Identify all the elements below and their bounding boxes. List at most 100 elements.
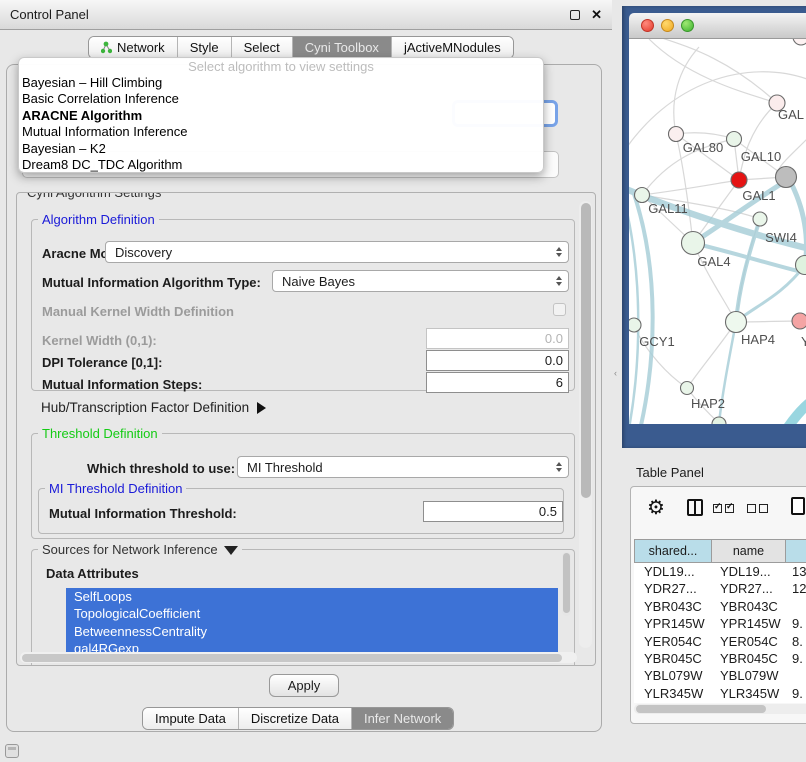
panel-splitter-handle[interactable]: ‹ — [614, 368, 619, 377]
table-row[interactable]: YBL079WYBL079W — [634, 667, 806, 684]
network-node-gal4[interactable] — [682, 232, 705, 255]
mac-close-icon[interactable] — [641, 19, 654, 32]
attribute-list-item[interactable]: SelfLoops — [66, 588, 558, 605]
algorithm-option[interactable]: Bayesian – Hill Climbing — [19, 75, 543, 91]
table-row[interactable]: YIL052CYIL052C9. — [634, 702, 806, 703]
tab-style[interactable]: Style — [178, 37, 232, 58]
spinner-icon — [556, 462, 562, 472]
node-label: GAL11 — [648, 201, 688, 216]
aracne-mode-combobox[interactable]: Discovery — [105, 241, 569, 263]
tab-cyni-toolbox[interactable]: Cyni Toolbox — [293, 37, 392, 58]
network-node-hap4[interactable] — [726, 312, 747, 333]
float-window-icon[interactable] — [570, 10, 580, 20]
table-cell: YDR27... — [710, 580, 786, 597]
close-icon[interactable]: ✕ — [591, 10, 602, 20]
table-cell: 9. — [786, 650, 806, 667]
deselect-all-icon[interactable] — [747, 504, 768, 513]
attributes-scrollbar[interactable] — [562, 552, 571, 616]
table-cell: YBR045C — [710, 650, 786, 667]
minimized-panel-icon[interactable] — [5, 744, 19, 758]
table-toolbar: ⚙ — [631, 487, 806, 537]
attribute-list-item[interactable]: BetweennessCentrality — [66, 623, 558, 640]
network-node-swi4[interactable] — [753, 212, 767, 226]
mi-steps-field[interactable]: 6 — [426, 372, 569, 393]
network-window-titlebar[interactable] — [629, 13, 806, 39]
tab-label: Network — [117, 40, 165, 55]
table-row[interactable]: YER054CYER054C8. — [634, 633, 806, 650]
table-row[interactable]: YBR043CYBR043C — [634, 598, 806, 615]
table-cell: 12 — [786, 580, 806, 597]
network-node-gal10[interactable] — [727, 132, 742, 147]
network-node-y[interactable] — [792, 313, 806, 329]
mi-type-value: Naive Bayes — [282, 274, 355, 289]
mi-threshold-field[interactable]: 0.5 — [423, 501, 563, 522]
settings-horizontal-scrollbar[interactable] — [20, 652, 577, 663]
table-cell: 8. — [786, 633, 806, 650]
tab-label: Infer Network — [364, 711, 441, 726]
network-node-hap2[interactable] — [681, 382, 694, 395]
apply-button[interactable]: Apply — [269, 674, 339, 697]
algorithm-option[interactable]: Mutual Information Inference — [19, 124, 543, 140]
column-header[interactable]: name — [712, 539, 786, 563]
network-node[interactable] — [793, 39, 806, 45]
spinner-icon — [556, 247, 562, 257]
tab-jactivemnodules[interactable]: jActiveMNodules — [392, 37, 513, 58]
table-row[interactable]: YDL19...YDL19...13 — [634, 563, 806, 580]
algorithm-option[interactable]: ARACNE Algorithm — [19, 108, 543, 124]
mi-threshold-title: MI Threshold Definition — [45, 481, 186, 496]
manual-kernel-checkbox[interactable] — [553, 303, 566, 316]
algorithm-option[interactable]: Bayesian – K2 — [19, 141, 543, 157]
tab-select[interactable]: Select — [232, 37, 293, 58]
mi-type-combobox[interactable]: Naive Bayes — [272, 270, 569, 292]
sources-group-title[interactable]: Sources for Network Inference — [38, 542, 242, 557]
document-icon[interactable] — [791, 497, 805, 515]
tab-infer-network[interactable]: Infer Network — [352, 708, 453, 729]
algorithm-option[interactable]: Basic Correlation Inference — [19, 91, 543, 107]
network-node-gal1[interactable] — [731, 172, 747, 188]
tab-label: Discretize Data — [251, 711, 339, 726]
tab-discretize-data[interactable]: Discretize Data — [239, 708, 352, 729]
hub-definition-toggle[interactable]: Hub/Transcription Factor Definition — [41, 400, 266, 415]
algorithm-definition-title: Algorithm Definition — [38, 212, 159, 227]
table-header-row: shared...name — [634, 539, 806, 563]
mi-threshold-value: 0.5 — [539, 504, 557, 519]
mac-zoom-icon[interactable] — [681, 19, 694, 32]
table-row[interactable]: YLR345WYLR345W9. — [634, 685, 806, 702]
data-attributes-list[interactable]: SelfLoopsTopologicalCoefficientBetweenne… — [66, 588, 558, 658]
algorithm-option[interactable]: Dream8 DC_TDC Algorithm — [19, 157, 543, 173]
table-cell: YBL079W — [710, 667, 786, 684]
table-horizontal-scrollbar[interactable] — [634, 704, 806, 714]
threshold-definition-group: Threshold Definition Which threshold to … — [31, 433, 575, 539]
kernel-width-field[interactable]: 0.0 — [426, 328, 569, 349]
column-header[interactable] — [786, 539, 806, 563]
network-node-gal80[interactable] — [669, 127, 684, 142]
attribute-list-item[interactable]: TopologicalCoefficient — [66, 605, 558, 622]
table-row[interactable]: YPR145WYPR145W9. — [634, 615, 806, 632]
network-node-labels: GALGAL80GAL10GAL1GAL11SWI4GAL4GCY1HAP4YH… — [639, 107, 806, 411]
node-label: GAL4 — [697, 254, 730, 269]
network-canvas[interactable]: GALGAL80GAL10GAL1GAL11SWI4GAL4GCY1HAP4YH… — [629, 39, 806, 424]
which-threshold-combobox[interactable]: MI Threshold — [237, 456, 569, 478]
dpi-tolerance-value: 0.0 — [545, 353, 563, 368]
network-node-gcy1[interactable] — [629, 318, 641, 332]
table-panel-title: Table Panel — [636, 465, 704, 480]
table-row[interactable]: YBR045CYBR045C9. — [634, 650, 806, 667]
data-attributes-label: Data Attributes — [46, 566, 139, 581]
table-cell: YDR27... — [634, 580, 710, 597]
settings-vertical-scrollbar[interactable] — [579, 201, 592, 648]
tab-network[interactable]: Network — [89, 37, 178, 58]
tab-impute-data[interactable]: Impute Data — [143, 708, 239, 729]
select-all-icon[interactable] — [713, 504, 734, 513]
kernel-width-label: Kernel Width (0,1): — [42, 333, 157, 348]
network-node[interactable] — [776, 167, 797, 188]
dpi-tolerance-field[interactable]: 0.0 — [426, 350, 569, 371]
algorithm-options: Bayesian – Hill ClimbingBasic Correlatio… — [19, 75, 543, 173]
network-tree-icon — [101, 41, 112, 54]
mac-minimize-icon[interactable] — [661, 19, 674, 32]
aracne-mode-value: Discovery — [115, 245, 172, 260]
table-row[interactable]: YDR27...YDR27...12 — [634, 580, 806, 597]
manual-kernel-label: Manual Kernel Width Definition — [42, 304, 234, 319]
column-header[interactable]: shared... — [634, 539, 712, 563]
gear-icon[interactable]: ⚙ — [647, 495, 665, 520]
split-columns-icon[interactable] — [687, 499, 703, 516]
